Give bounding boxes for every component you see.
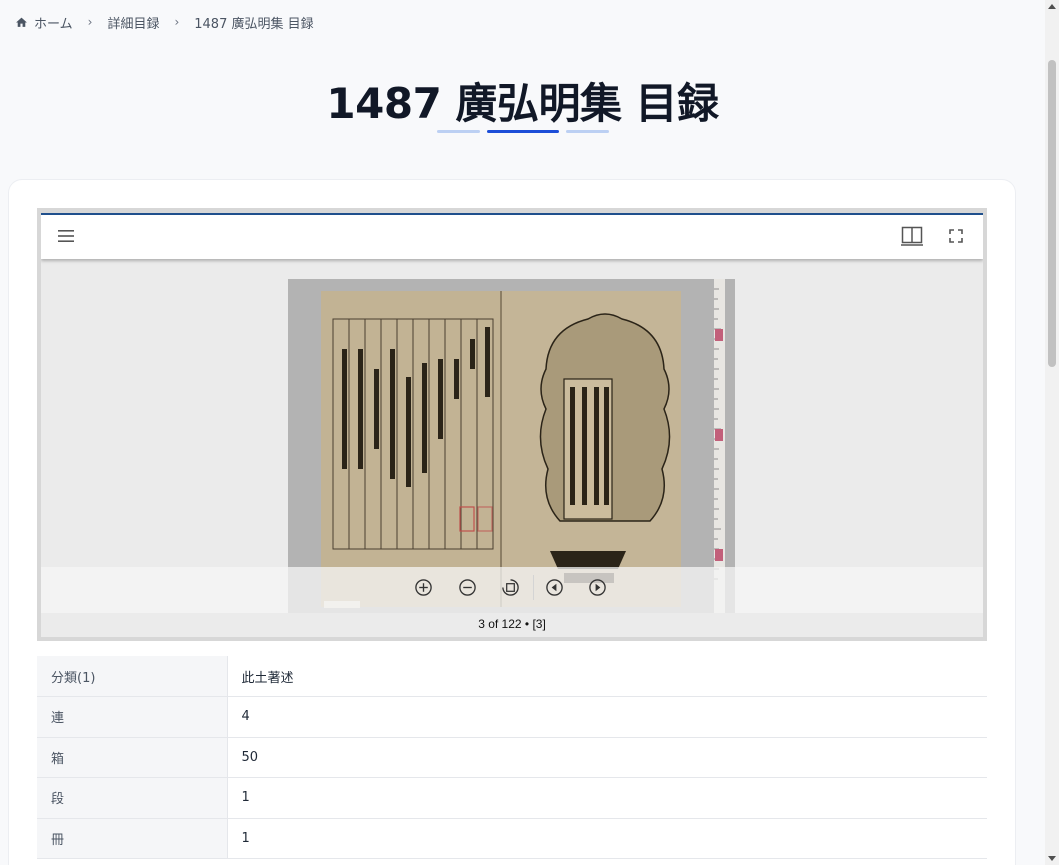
title-underline xyxy=(0,130,1045,134)
table-row: 分類(1) 此土著述 xyxy=(37,656,987,697)
table-row: 段 1 xyxy=(37,777,987,819)
next-page-icon[interactable] xyxy=(588,578,607,597)
metadata-value: 1 xyxy=(227,818,987,859)
scrollbar-thumb[interactable] xyxy=(1048,60,1056,367)
table-row: 箱 50 xyxy=(37,737,987,778)
table-row: 冊 1 xyxy=(37,818,987,859)
metadata-value: 此土著述 xyxy=(227,656,987,697)
metadata-key: 冊 xyxy=(37,818,228,859)
metadata-table: 分類(1) 此土著述 連 4 箱 50 段 1 冊 1 xyxy=(37,656,987,859)
metadata-key: 箱 xyxy=(37,737,228,778)
menu-icon[interactable] xyxy=(57,227,75,245)
controls-divider xyxy=(533,575,534,600)
scanned-page-drawing xyxy=(288,279,735,613)
breadcrumb-current: 1487 廣弘明集 目録 xyxy=(194,16,314,32)
image-viewer-frame: 3 of 122 • [3] xyxy=(37,208,987,641)
breadcrumb-catalog-link[interactable]: 詳細目録 xyxy=(107,13,159,32)
viewer-toolbar xyxy=(41,215,983,259)
zoom-in-icon[interactable] xyxy=(414,578,433,597)
title-underline-segment xyxy=(565,130,609,133)
breadcrumb: ホーム › 詳細目録 › 1487 廣弘明集 目録 xyxy=(15,13,314,32)
scanned-page-image xyxy=(288,279,735,613)
metadata-key: 連 xyxy=(37,696,228,738)
table-row: 連 4 xyxy=(37,696,987,738)
viewer-controls xyxy=(41,567,983,613)
metadata-value: 1 xyxy=(227,777,987,819)
page-counter: 3 of 122 • [3] xyxy=(478,617,546,631)
scroll-down-arrow-icon[interactable] xyxy=(1048,856,1056,861)
page-scrollbar[interactable] xyxy=(1045,0,1059,865)
previous-page-icon[interactable] xyxy=(545,578,564,597)
zoom-out-icon[interactable] xyxy=(458,578,477,597)
rotate-icon[interactable] xyxy=(501,578,520,597)
fullscreen-icon[interactable] xyxy=(948,228,964,244)
title-underline-segment xyxy=(436,130,480,133)
metadata-key: 段 xyxy=(37,777,228,819)
breadcrumb-home-link[interactable]: ホーム xyxy=(34,13,73,32)
scroll-up-arrow-icon[interactable] xyxy=(1048,4,1056,9)
title-underline-segment-main xyxy=(486,130,559,133)
metadata-value: 50 xyxy=(227,737,987,778)
metadata-value: 4 xyxy=(227,696,987,738)
breadcrumb-chevron-icon: › xyxy=(174,15,180,29)
image-viewer[interactable]: 3 of 122 • [3] xyxy=(41,213,983,637)
book-view-icon[interactable] xyxy=(901,226,923,246)
breadcrumb-chevron-icon: › xyxy=(87,15,93,29)
metadata-key: 分類(1) xyxy=(37,656,228,697)
page-title: 1487 廣弘明集 目録 xyxy=(326,79,719,128)
home-icon[interactable] xyxy=(15,16,28,29)
